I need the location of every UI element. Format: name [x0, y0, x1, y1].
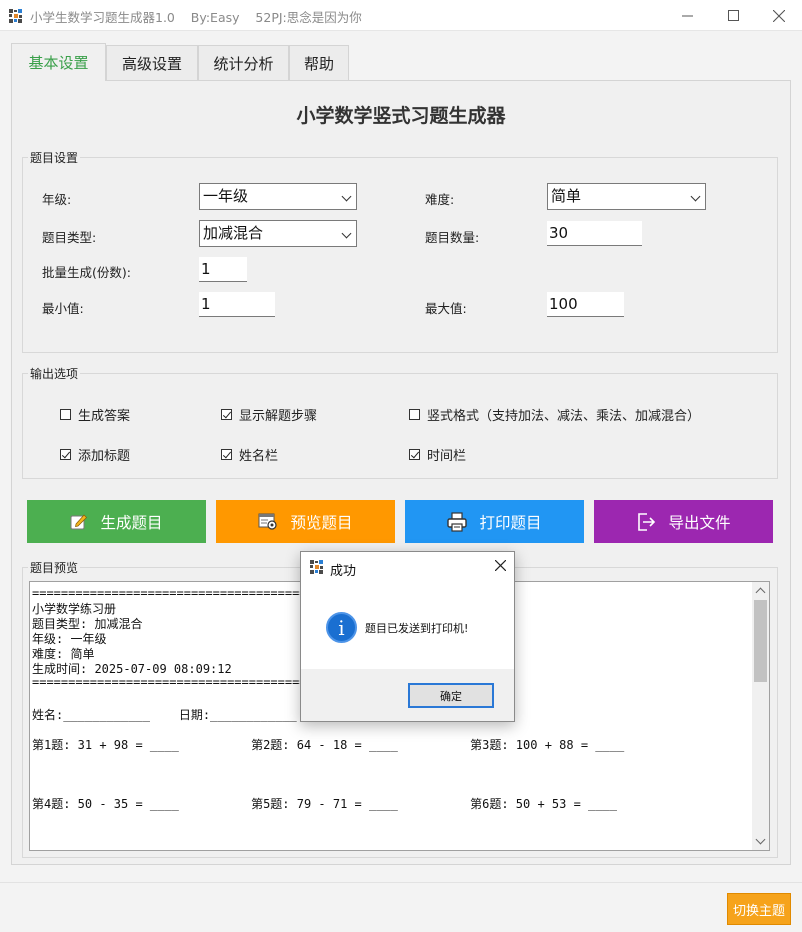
preview-line: 第4题: 50 - 35 = ____ 第5题: 79 - 71 = ____ … — [32, 797, 617, 811]
dialog-title: 成功 — [330, 564, 357, 579]
checkbox-label: 生成答案 — [78, 409, 131, 424]
divider — [0, 882, 802, 883]
checkbox-box — [221, 409, 232, 420]
batch-input[interactable]: 1 — [199, 257, 247, 282]
checkbox-label: 竖式格式（支持加法、减法、乘法、加减混合） — [427, 409, 701, 424]
export-button[interactable]: 导出文件 — [594, 500, 773, 543]
type-select[interactable]: 加减混合 — [199, 220, 357, 247]
min-label: 最小值: — [42, 301, 84, 316]
preview-line: 姓名:____________ 日期:____________ — [32, 708, 297, 722]
app-icon — [9, 9, 22, 23]
checkbox-box — [60, 409, 71, 420]
checkbox-box — [409, 449, 420, 460]
close-icon[interactable] — [494, 556, 507, 575]
grade-select[interactable]: 一年级 — [199, 183, 357, 210]
generate-button-label: 生成题目 — [100, 513, 163, 532]
dialog-footer: 确定 — [301, 669, 514, 721]
title-bar: 小学生数学习题生成器1.0 By:Easy 52PJ:思念是因为你 — [0, 0, 802, 31]
max-input[interactable]: 100 — [547, 292, 624, 317]
tab-help[interactable]: 帮助 — [289, 45, 349, 81]
name-field-checkbox[interactable]: 姓名栏 — [221, 445, 278, 464]
checkbox-label: 时间栏 — [427, 449, 467, 464]
app-icon — [310, 560, 323, 574]
output-group — [22, 373, 778, 479]
preview-button-label: 预览题目 — [290, 513, 353, 532]
grade-value: 一年级 — [203, 187, 249, 205]
tab-basic-settings[interactable]: 基本设置 — [11, 43, 106, 81]
add-title-checkbox[interactable]: 添加标题 — [60, 445, 130, 464]
edit-icon — [70, 513, 88, 529]
preview-group-title: 题目预览 — [28, 559, 81, 576]
checkbox-label: 姓名栏 — [239, 449, 279, 464]
vertical-format-checkbox[interactable]: 竖式格式（支持加法、减法、乘法、加减混合） — [409, 405, 700, 424]
print-button-label: 打印题目 — [479, 513, 542, 532]
settings-group-title: 题目设置 — [28, 149, 81, 166]
print-button[interactable]: 打印题目 — [405, 500, 584, 543]
preview-button[interactable]: 预览题目 — [216, 500, 395, 543]
count-input[interactable]: 30 — [547, 221, 642, 246]
info-icon: i — [326, 612, 357, 643]
grade-label: 年级: — [42, 192, 72, 207]
switch-theme-button[interactable]: 切换主题 — [727, 893, 791, 925]
preview-icon — [258, 513, 278, 530]
scrollbar-thumb[interactable] — [754, 600, 767, 682]
difficulty-select[interactable]: 简单 — [547, 183, 706, 210]
batch-label: 批量生成(份数): — [42, 265, 131, 280]
output-group-title: 输出选项 — [28, 365, 81, 382]
checkbox-box — [409, 409, 420, 420]
printer-icon — [447, 511, 468, 532]
type-label: 题目类型: — [42, 230, 97, 245]
chevron-down-icon — [687, 184, 705, 209]
type-value: 加减混合 — [203, 224, 264, 242]
close-icon[interactable] — [756, 0, 802, 31]
tab-statistics[interactable]: 统计分析 — [198, 45, 289, 81]
dialog-message: 题目已发送到打印机! — [365, 622, 469, 635]
page-title: 小学数学竖式习题生成器 — [296, 105, 506, 127]
generate-answer-checkbox[interactable]: 生成答案 — [60, 405, 130, 424]
chevron-down-icon — [338, 184, 356, 209]
time-field-checkbox[interactable]: 时间栏 — [409, 445, 466, 464]
preview-line: 第1题: 31 + 98 = ____ 第2题: 64 - 18 = ____ … — [32, 738, 625, 752]
checkbox-box — [221, 449, 232, 460]
count-label: 题目数量: — [425, 230, 480, 245]
maximize-icon[interactable] — [710, 0, 756, 31]
export-icon — [638, 512, 656, 531]
checkbox-label: 显示解题步骤 — [239, 409, 318, 424]
show-steps-checkbox[interactable]: 显示解题步骤 — [221, 405, 317, 424]
minimize-icon[interactable] — [664, 0, 710, 31]
ok-button[interactable]: 确定 — [408, 683, 494, 708]
max-label: 最大值: — [425, 301, 467, 316]
scroll-down-icon[interactable] — [755, 834, 766, 845]
checkbox-label: 添加标题 — [78, 449, 131, 464]
generate-button[interactable]: 生成题目 — [27, 500, 206, 543]
min-input[interactable]: 1 — [199, 292, 275, 317]
preview-scrollbar[interactable] — [752, 582, 769, 850]
scroll-up-icon[interactable] — [755, 587, 766, 598]
chevron-down-icon — [338, 221, 356, 246]
success-dialog: 成功 i 题目已发送到打印机! 确定 — [300, 551, 515, 722]
window-title: 小学生数学习题生成器1.0 By:Easy 52PJ:思念是因为你 — [30, 10, 362, 25]
tab-advanced-settings[interactable]: 高级设置 — [106, 45, 198, 81]
difficulty-label: 难度: — [425, 192, 455, 207]
checkbox-box — [60, 449, 71, 460]
export-button-label: 导出文件 — [668, 513, 731, 532]
difficulty-value: 简单 — [551, 187, 582, 205]
